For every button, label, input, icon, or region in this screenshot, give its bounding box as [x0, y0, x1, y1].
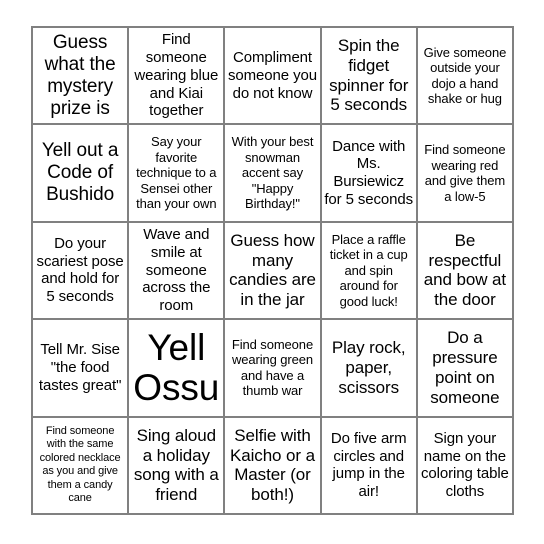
bingo-cell-text: Do a pressure point on someone	[430, 328, 500, 407]
bingo-cell-text: Find someone wearing blue and Kiai toget…	[134, 31, 219, 120]
bingo-cell-text: Sign your name on the coloring table clo…	[420, 429, 509, 500]
bingo-cell-text: Find someone wearing green and have a th…	[231, 336, 314, 399]
bingo-cell-text: Compliment someone you do not know	[228, 49, 317, 102]
bingo-cell-text: Give someone outside your dojo a hand sh…	[423, 44, 507, 107]
bingo-cell-r3c2[interactable]: Wave and smile at someone across the roo…	[129, 222, 226, 321]
bingo-cell-r1c4[interactable]: Spin the fidget spinner for 5 seconds	[321, 28, 418, 126]
bingo-cell-text: Guess what the mystery prize is	[44, 32, 116, 119]
bingo-cell-r4c2[interactable]: Yell Ossu	[129, 320, 226, 418]
bingo-cell-r5c5[interactable]: Sign your name on the coloring table clo…	[417, 417, 514, 515]
bingo-cell-r1c1[interactable]: Guess what the mystery prize is	[33, 28, 130, 126]
bingo-cell-text: Place a raffle ticket in a cup and spin …	[329, 231, 408, 309]
bingo-cell-text: Guess how many candies are in the jar	[229, 231, 316, 310]
bingo-cell-text: Say your favorite technique to a Sensei …	[136, 134, 217, 212]
bingo-cell-text: Find someone wearing red and give them a…	[424, 141, 506, 204]
bingo-cell-text: Do your scariest pose and hold for 5 sec…	[36, 235, 124, 306]
bingo-cell-r5c1[interactable]: Find someone with the same colored neckl…	[33, 417, 130, 515]
bingo-cell-r4c4[interactable]: Play rock, paper, scissors	[321, 320, 418, 418]
bingo-cell-r1c3[interactable]: Compliment someone you do not know	[225, 28, 322, 126]
bingo-cell-text: Dance with Ms. Bursiewicz for 5 seconds	[324, 137, 414, 208]
bingo-cell-text: Sing aloud a holiday song with a friend	[133, 425, 219, 505]
bingo-cell-text: Yell out a Code of Bushido	[41, 140, 119, 206]
bingo-cell-text: Find someone with the same colored neckl…	[39, 425, 121, 505]
bingo-cell-r5c4[interactable]: Do five arm circles and jump in the air!	[321, 417, 418, 515]
bingo-cell-text: Be respectful and bow at the door	[423, 231, 506, 310]
bingo-cell-r2c4[interactable]: Dance with Ms. Bursiewicz for 5 seconds	[321, 125, 418, 223]
bingo-cell-text: Spin the fidget spinner for 5 seconds	[329, 36, 409, 115]
bingo-cell-r5c2[interactable]: Sing aloud a holiday song with a friend	[129, 417, 226, 515]
bingo-cell-r1c5[interactable]: Give someone outside your dojo a hand sh…	[417, 28, 514, 126]
bingo-cell-r3c4[interactable]: Place a raffle ticket in a cup and spin …	[321, 222, 418, 321]
bingo-cell-r3c1[interactable]: Do your scariest pose and hold for 5 sec…	[33, 222, 130, 321]
bingo-card-grid: Guess what the mystery prize is Find some…	[31, 26, 514, 515]
bingo-cell-r4c5[interactable]: Do a pressure point on someone	[417, 320, 514, 418]
bingo-cell-text: Play rock, paper, scissors	[331, 338, 406, 397]
bingo-cell-text: Tell Mr. Sise "the food tastes great"	[38, 341, 122, 394]
bingo-cell-r2c3[interactable]: With your best snowman accent say "Happy…	[225, 125, 322, 223]
bingo-cell-text: Selfie with Kaicho or a Master (or both!…	[230, 425, 315, 505]
bingo-cell-text: Wave and smile at someone across the roo…	[142, 226, 211, 315]
bingo-cell-text: With your best snowman accent say "Happy…	[231, 134, 314, 212]
bingo-cell-text: Yell Ossu	[133, 326, 220, 408]
bingo-cell-r4c1[interactable]: Tell Mr. Sise "the food tastes great"	[33, 320, 130, 418]
bingo-cell-r2c5[interactable]: Find someone wearing red and give them a…	[417, 125, 514, 223]
bingo-cell-r1c2[interactable]: Find someone wearing blue and Kiai toget…	[129, 28, 226, 126]
bingo-cell-r4c3[interactable]: Find someone wearing green and have a th…	[225, 320, 322, 418]
bingo-cell-r2c1[interactable]: Yell out a Code of Bushido	[33, 125, 130, 223]
bingo-cell-text: Do five arm circles and jump in the air!	[330, 429, 407, 500]
bingo-cell-r3c3[interactable]: Guess how many candies are in the jar	[225, 222, 322, 321]
bingo-cell-r2c2[interactable]: Say your favorite technique to a Sensei …	[129, 125, 226, 223]
bingo-cell-r5c3[interactable]: Selfie with Kaicho or a Master (or both!…	[225, 417, 322, 515]
bingo-cell-r3c5[interactable]: Be respectful and bow at the door	[417, 222, 514, 321]
